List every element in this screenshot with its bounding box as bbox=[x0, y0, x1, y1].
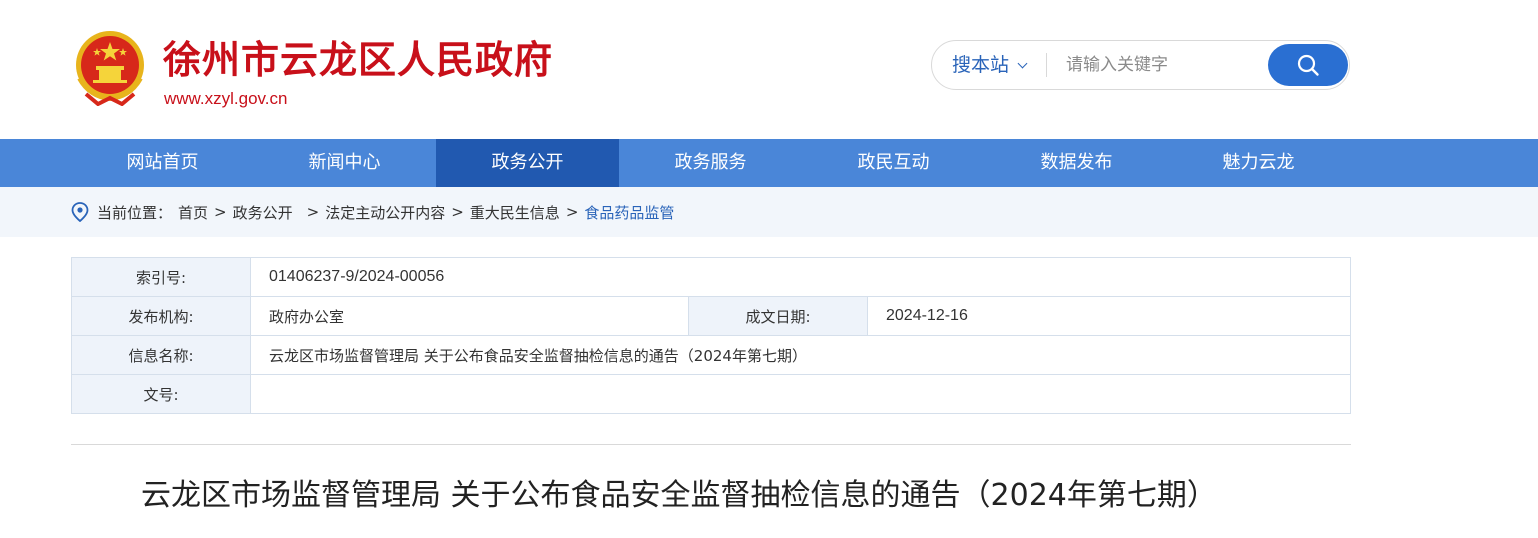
breadcrumb-separator: > bbox=[306, 203, 320, 221]
nav-item-data[interactable]: 数据发布 bbox=[985, 139, 1168, 187]
site-title[interactable]: 徐州市云龙区人民政府 bbox=[163, 36, 553, 84]
doc-no-label: 文号: bbox=[71, 374, 251, 414]
search-scope-dropdown[interactable]: 搜本站 bbox=[952, 41, 1028, 89]
nav-item-interaction[interactable]: 政民互动 bbox=[802, 139, 985, 187]
search-input[interactable] bbox=[1056, 49, 1256, 81]
breadcrumb-bar: 当前位置： 首页 > 政务公开 > 法定主动公开内容 > 重大民生信息 > 食品… bbox=[0, 187, 1538, 237]
breadcrumb-gov-affairs-open[interactable]: 政务公开 bbox=[233, 202, 293, 223]
info-name-label: 信息名称: bbox=[71, 335, 251, 375]
breadcrumb: 当前位置： 首页 > 政务公开 > 法定主动公开内容 > 重大民生信息 > 食品… bbox=[71, 187, 674, 237]
breadcrumb-separator: > bbox=[565, 203, 579, 221]
breadcrumb-prefix: 当前位置： bbox=[97, 203, 173, 222]
breadcrumb-home[interactable]: 首页 bbox=[178, 202, 208, 223]
publisher-value: 政府办公室 bbox=[250, 296, 689, 336]
meta-row: 信息名称: 云龙区市场监督管理局 关于公布食品安全监督抽检信息的通告（2024年… bbox=[71, 335, 1351, 375]
site-header: 徐州市云龙区人民政府 www.xzyl.gov.cn 搜本站 bbox=[0, 0, 1538, 139]
breadcrumb-livelihood-info[interactable]: 重大民生信息 bbox=[470, 202, 560, 223]
breadcrumb-statutory-content[interactable]: 法定主动公开内容 bbox=[325, 202, 445, 223]
nav-item-gov-affairs-open[interactable]: 政务公开 bbox=[436, 139, 619, 187]
site-url[interactable]: www.xzyl.gov.cn bbox=[164, 88, 287, 110]
document-meta-table: 索引号: 01406237-9/2024-00056 发布机构: 政府办公室 成… bbox=[71, 257, 1351, 414]
breadcrumb-separator: > bbox=[214, 203, 227, 221]
date-value: 2024-12-16 bbox=[867, 296, 1351, 336]
search-divider bbox=[1046, 53, 1047, 77]
info-name-value: 云龙区市场监督管理局 关于公布食品安全监督抽检信息的通告（2024年第七期） bbox=[250, 335, 1351, 375]
breadcrumb-separator: > bbox=[451, 203, 464, 221]
date-label: 成文日期: bbox=[688, 296, 868, 336]
location-pin-icon bbox=[71, 202, 89, 222]
search-button[interactable] bbox=[1268, 44, 1348, 86]
nav-item-gov-services[interactable]: 政务服务 bbox=[619, 139, 802, 187]
index-label: 索引号: bbox=[71, 257, 251, 297]
meta-row: 索引号: 01406237-9/2024-00056 bbox=[71, 257, 1351, 297]
main-nav: 网站首页 新闻中心 政务公开 政务服务 政民互动 数据发布 魅力云龙 bbox=[0, 139, 1538, 187]
article-title: 云龙区市场监督管理局 关于公布食品安全监督抽检信息的通告（2024年第七期） bbox=[141, 478, 1217, 513]
meta-row: 发布机构: 政府办公室 成文日期: 2024-12-16 bbox=[71, 296, 1351, 336]
nav-item-charm-yunlong[interactable]: 魅力云龙 bbox=[1167, 139, 1350, 187]
index-value: 01406237-9/2024-00056 bbox=[250, 257, 1351, 297]
publisher-label: 发布机构: bbox=[71, 296, 251, 336]
search-box: 搜本站 bbox=[931, 40, 1350, 90]
national-emblem-icon[interactable] bbox=[72, 28, 148, 106]
nav-item-home[interactable]: 网站首页 bbox=[71, 139, 254, 187]
search-scope-label: 搜本站 bbox=[952, 54, 1010, 76]
divider bbox=[71, 444, 1351, 445]
breadcrumb-food-drug[interactable]: 食品药品监管 bbox=[584, 202, 674, 223]
doc-no-value bbox=[250, 374, 1351, 414]
search-icon bbox=[1297, 54, 1319, 76]
chevron-down-icon bbox=[1017, 58, 1028, 68]
meta-row: 文号: bbox=[71, 374, 1351, 414]
nav-item-news[interactable]: 新闻中心 bbox=[253, 139, 436, 187]
